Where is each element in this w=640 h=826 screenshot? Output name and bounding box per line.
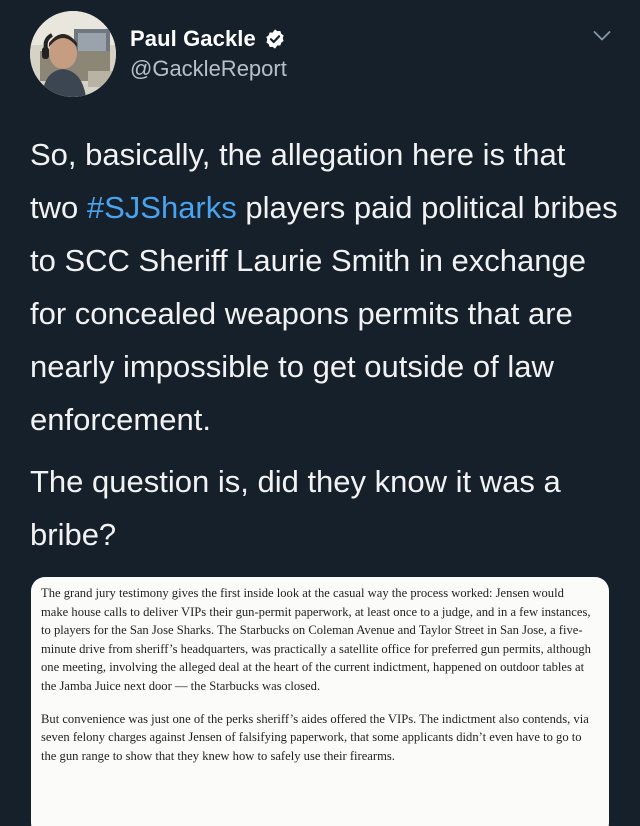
author-name-row[interactable]: Paul Gackle [130,24,286,54]
tweet-paragraph-2: The question is, did they know it was a … [30,464,561,552]
author-handle[interactable]: @GackleReport [130,56,287,82]
verified-badge-icon [266,29,284,49]
article-paragraph-2: But convenience was just one of the perk… [41,711,589,763]
chevron-down-icon[interactable] [593,30,611,42]
author-avatar[interactable] [30,11,116,97]
tweet: Paul Gackle @GackleReport So, basically,… [0,0,640,826]
author-display-name[interactable]: Paul Gackle [130,26,256,52]
avatar-photo [30,11,116,97]
hashtag-link[interactable]: #SJSharks [87,190,237,225]
tweet-text-end: players paid political bribes to SCC She… [30,190,618,437]
article-excerpt-card[interactable]: The grand jury testimony gives the first… [31,577,609,826]
article-paragraph-1: The grand jury testimony gives the first… [41,586,591,693]
tweet-paragraph-1: So, basically, the allegation here is th… [30,128,620,446]
tweet-text: So, basically, the allegation here is th… [30,128,620,561]
